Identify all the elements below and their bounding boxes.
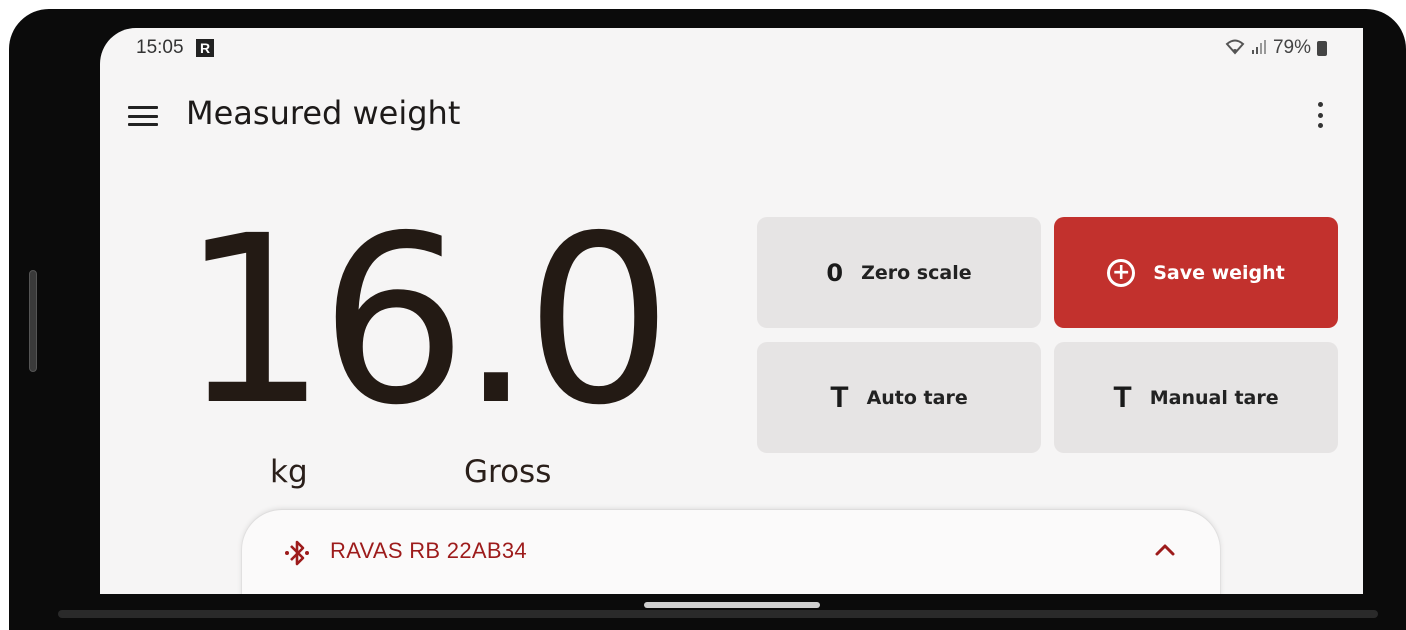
battery-percent: 79% [1272, 37, 1311, 58]
weight-mode: Gross [464, 454, 552, 490]
auto-tare-label: Auto tare [866, 386, 968, 409]
page-title: Measured weight [186, 94, 461, 132]
notification-app-icon: R [196, 39, 214, 57]
tare-icon: T [830, 380, 849, 414]
app-screen: 15:05 R 79% Measured weight 16.0 kg Gros… [100, 28, 1363, 594]
save-weight-label: Save weight [1153, 261, 1285, 284]
bluetooth-connected-icon [284, 538, 310, 568]
signal-icon [1251, 39, 1267, 58]
wifi-icon [1225, 39, 1245, 58]
more-vert-icon[interactable] [1312, 100, 1328, 130]
zero-icon: 0 [826, 258, 844, 287]
tare-icon: T [1113, 380, 1132, 414]
phone-side-button [29, 270, 37, 372]
manual-tare-label: Manual tare [1149, 386, 1279, 409]
add-circle-icon: + [1107, 258, 1136, 287]
save-weight-button[interactable]: + Save weight [1054, 217, 1338, 328]
device-card[interactable]: RAVAS RB 22AB34 [242, 510, 1220, 594]
status-indicators: 79% [1225, 37, 1327, 59]
phone-bottom-bezel [58, 610, 1378, 618]
device-name: RAVAS RB 22AB34 [330, 538, 527, 563]
zero-scale-button[interactable]: 0 Zero scale [757, 217, 1041, 328]
status-time: 15:05 [136, 37, 184, 58]
battery-icon [1317, 40, 1327, 56]
manual-tare-button[interactable]: T Manual tare [1054, 342, 1338, 453]
gesture-nav-handle[interactable] [644, 602, 820, 608]
weight-unit: kg [270, 454, 308, 490]
menu-icon[interactable] [128, 104, 158, 128]
weight-value: 16.0 [180, 186, 673, 456]
auto-tare-button[interactable]: T Auto tare [757, 342, 1041, 453]
zero-scale-label: Zero scale [861, 261, 972, 284]
chevron-up-icon[interactable] [1154, 542, 1176, 558]
